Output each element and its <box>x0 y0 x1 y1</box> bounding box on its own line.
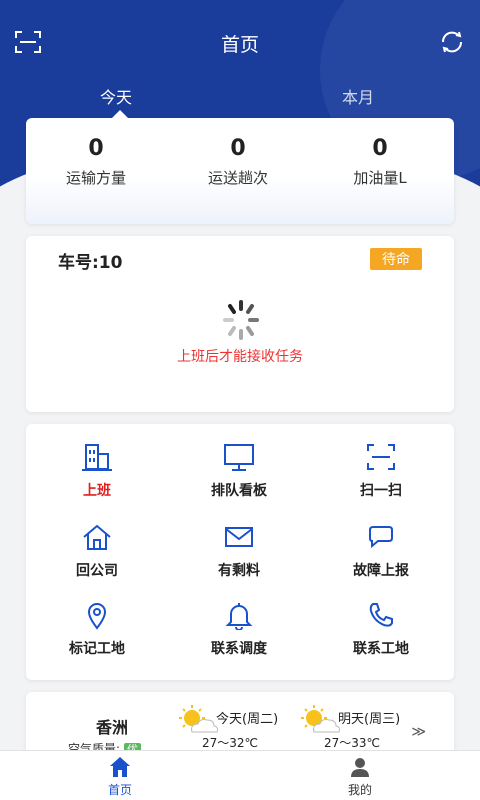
grid-item-label: 联系工地 <box>353 641 409 657</box>
stat-trips: 0 运送趟次 <box>168 136 308 188</box>
grid-item-fault-report[interactable]: 故障上报 <box>310 522 452 580</box>
stat-value: 0 <box>372 136 388 161</box>
stat-value: 0 <box>230 136 246 161</box>
grid-item-label: 回公司 <box>76 563 118 579</box>
bottom-nav: 首页 我的 <box>0 750 480 800</box>
refresh-icon[interactable] <box>438 28 466 56</box>
nav-label: 我的 <box>347 783 372 797</box>
stat-value: 0 <box>88 136 104 161</box>
grid-item-leftover[interactable]: 有剩料 <box>168 522 310 580</box>
grid-item-label: 排队看板 <box>211 483 267 499</box>
grid-item-contact-dispatch[interactable]: 联系调度 <box>168 600 310 658</box>
home-icon <box>83 524 111 550</box>
tab-month[interactable]: 本月 <box>342 84 374 108</box>
stat-fuel: 0 加油量L <box>310 136 450 188</box>
weather-day-name: 明天(周三) <box>338 712 401 727</box>
stat-volume: 0 运输方量 <box>26 136 166 188</box>
vehicle-message: 上班后才能接收任务 <box>177 349 303 365</box>
vehicle-number: 车号:10 <box>58 253 123 273</box>
weather-day-temp: 27～33℃ <box>324 736 381 750</box>
partly-cloudy-icon <box>301 705 341 733</box>
user-icon <box>351 758 369 777</box>
bell-icon <box>225 603 253 630</box>
monitor-icon <box>224 444 254 471</box>
tab-indicator <box>112 110 128 118</box>
building-icon <box>82 444 112 471</box>
home-icon <box>110 757 130 777</box>
grid-item-queue-board[interactable]: 排队看板 <box>168 442 310 500</box>
stat-label: 加油量L <box>353 169 407 187</box>
weather-day-temp: 27～32℃ <box>202 736 259 750</box>
scan-icon <box>367 444 395 470</box>
grid-item-mark-site[interactable]: 标记工地 <box>26 600 168 658</box>
nav-home[interactable]: 首页 <box>80 755 160 798</box>
grid-item-label: 故障上报 <box>353 563 409 579</box>
loading-spinner-icon <box>223 300 259 340</box>
nav-label: 首页 <box>107 783 132 797</box>
location-pin-icon <box>87 603 107 630</box>
grid-item-clock-in[interactable]: 上班 <box>26 442 168 500</box>
weather-city: 香洲 <box>96 718 129 737</box>
grid-item-label: 标记工地 <box>69 641 125 657</box>
tab-today[interactable]: 今天 <box>100 84 132 108</box>
function-grid: 上班 排队看板 扫一扫 回公司 有剩料 故障上报 标记工地 联系调度 联系工地 <box>26 424 454 680</box>
top-bar: 首页 <box>0 0 480 84</box>
partly-cloudy-icon <box>179 705 219 733</box>
weather-day-name: 今天(周二) <box>216 712 279 727</box>
grid-item-label: 联系调度 <box>211 641 267 657</box>
grid-item-return-company[interactable]: 回公司 <box>26 522 168 580</box>
period-tabs: 今天 本月 <box>0 80 480 118</box>
stat-label: 运输方量 <box>65 169 126 187</box>
grid-item-label: 上班 <box>83 483 111 499</box>
nav-me[interactable]: 我的 <box>320 755 400 798</box>
stat-label: 运送趟次 <box>207 169 268 187</box>
envelope-icon <box>225 527 253 547</box>
phone-icon <box>369 603 393 627</box>
weather-more-icon[interactable]: ≫ <box>411 724 426 740</box>
grid-item-scan[interactable]: 扫一扫 <box>310 442 452 500</box>
grid-item-label: 有剩料 <box>218 563 260 579</box>
page-title: 首页 <box>220 34 259 56</box>
grid-item-label: 扫一扫 <box>360 483 402 499</box>
status-badge: 待命 <box>370 248 422 270</box>
vehicle-card: 车号:10 待命 上班后才能接收任务 <box>26 236 454 412</box>
chat-icon <box>369 526 393 549</box>
grid-item-contact-site[interactable]: 联系工地 <box>310 600 452 658</box>
stats-card: 0 运输方量 0 运送趟次 0 加油量L <box>26 118 454 224</box>
